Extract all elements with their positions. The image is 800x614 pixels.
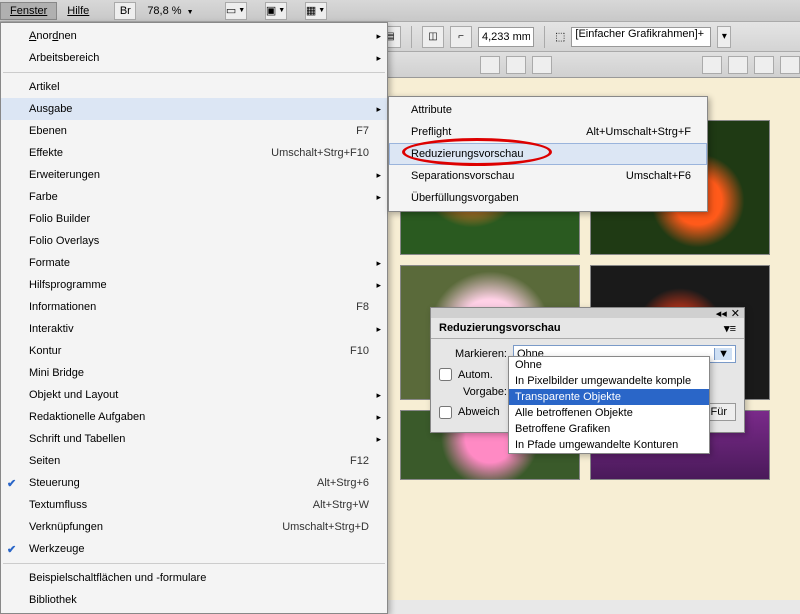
panel-header: ◂◂ ✕	[431, 308, 744, 318]
bridge-icon[interactable]: Br	[114, 2, 136, 20]
menu-seiten[interactable]: SeitenF12	[1, 450, 387, 472]
menu-formate[interactable]: Formate▸	[1, 252, 387, 274]
menu-schrift-tabellen[interactable]: Schrift und Tabellen▸	[1, 428, 387, 450]
menubar: Fenster Hilfe Br 78,8 % ▼ ▭▼ ▣▼ ▦▼	[0, 0, 800, 22]
menu-redaktionelle[interactable]: Redaktionelle Aufgaben▸	[1, 406, 387, 428]
autom-checkbox[interactable]	[439, 368, 452, 381]
menu-ebenen[interactable]: EbenenF7	[1, 120, 387, 142]
panel-menu-icon[interactable]: ▾≡	[724, 322, 736, 335]
corner-icon[interactable]: ⌐	[450, 26, 472, 48]
preset-dropdown-icon[interactable]: ▾	[717, 26, 731, 48]
vorgabe-label: Vorgabe:	[439, 386, 507, 398]
tool-d-icon[interactable]	[780, 56, 800, 74]
view-mode-icon[interactable]: ▣▼	[265, 2, 287, 20]
markieren-label: Markieren:	[439, 348, 507, 360]
menu-folio-overlays[interactable]: Folio Overlays	[1, 230, 387, 252]
rotate-icon[interactable]	[532, 56, 552, 74]
screen-mode-icon[interactable]: ▭▼	[225, 2, 247, 20]
submenu-attribute[interactable]: Attribute	[389, 99, 707, 121]
menu-arbeitsbereich[interactable]: Arbeitsbereich▸	[1, 47, 387, 69]
submenu-preflight[interactable]: PreflightAlt+Umschalt+Strg+F	[389, 121, 707, 143]
markieren-dropdown-list: Ohne In Pixelbilder umgewandelte komple …	[508, 356, 710, 454]
fenster-dropdown: AAnordnennordnen▸ Arbeitsbereich▸ Artike…	[0, 22, 388, 614]
abweich-label: Abweich	[458, 406, 500, 418]
menu-verknuepfungen[interactable]: VerknüpfungenUmschalt+Strg+D	[1, 516, 387, 538]
menu-mini-bridge[interactable]: Mini Bridge	[1, 362, 387, 384]
option-pfade[interactable]: In Pfade umgewandelte Konturen	[509, 437, 709, 453]
flip-h-icon[interactable]	[480, 56, 500, 74]
menu-kontur[interactable]: KonturF10	[1, 340, 387, 362]
menu-erweiterungen[interactable]: Erweiterungen▸	[1, 164, 387, 186]
panel-close-icon[interactable]: ✕	[731, 307, 740, 320]
menu-steuerung[interactable]: ✔SteuerungAlt+Strg+6	[1, 472, 387, 494]
option-pixelbilder[interactable]: In Pixelbilder umgewandelte komple	[509, 373, 709, 389]
zoom-level[interactable]: 78,8 % ▼	[139, 5, 201, 17]
menu-interaktiv[interactable]: Interaktiv▸	[1, 318, 387, 340]
arrange-icon[interactable]: ▦▼	[305, 2, 327, 20]
menu-anordnen[interactable]: AAnordnennordnen▸	[1, 25, 387, 47]
tool-a-icon[interactable]	[702, 56, 722, 74]
option-ohne[interactable]: Ohne	[509, 357, 709, 373]
option-betroffene-grafiken[interactable]: Betroffene Grafiken	[509, 421, 709, 437]
preset-glyph-icon: ⬚	[555, 30, 565, 43]
menu-beispiel[interactable]: Beispielschaltflächen und -formulare	[1, 567, 387, 589]
frame-fit-icon[interactable]: ◫	[422, 26, 444, 48]
menu-fenster[interactable]: Fenster	[0, 2, 57, 20]
menu-werkzeuge[interactable]: ✔Werkzeuge	[1, 538, 387, 560]
option-transparente[interactable]: Transparente Objekte	[509, 389, 709, 405]
autom-label: Autom.	[458, 369, 493, 381]
menu-objekt-layout[interactable]: Objekt und Layout▸	[1, 384, 387, 406]
menu-bibliothek[interactable]: Bibliothek	[1, 589, 387, 611]
ausgabe-submenu: Attribute PreflightAlt+Umschalt+Strg+F R…	[388, 96, 708, 212]
menu-hilfsprogramme[interactable]: Hilfsprogramme▸	[1, 274, 387, 296]
object-style-preset[interactable]: [Einfacher Grafikrahmen]+	[571, 27, 711, 47]
abweich-checkbox[interactable]	[439, 406, 452, 419]
submenu-ueberfuellung[interactable]: Überfüllungsvorgaben	[389, 187, 707, 209]
menu-folio-builder[interactable]: Folio Builder	[1, 208, 387, 230]
panel-collapse-icon[interactable]: ◂◂	[716, 307, 727, 320]
menu-farbe[interactable]: Farbe▸	[1, 186, 387, 208]
menu-artikel[interactable]: Artikel	[1, 76, 387, 98]
menu-informationen[interactable]: InformationenF8	[1, 296, 387, 318]
menu-effekte[interactable]: EffekteUmschalt+Strg+F10	[1, 142, 387, 164]
menu-textumfluss[interactable]: TextumflussAlt+Strg+W	[1, 494, 387, 516]
tool-c-icon[interactable]	[754, 56, 774, 74]
measure-field[interactable]	[478, 27, 534, 47]
tool-b-icon[interactable]	[728, 56, 748, 74]
panel-tab[interactable]: Reduzierungsvorschau ▾≡	[431, 318, 744, 339]
menu-ausgabe[interactable]: Ausgabe▸	[1, 98, 387, 120]
flip-v-icon[interactable]	[506, 56, 526, 74]
menu-hilfe[interactable]: Hilfe	[57, 2, 99, 20]
submenu-reduzierungsvorschau[interactable]: Reduzierungsvorschau	[389, 143, 707, 165]
submenu-separationsvorschau[interactable]: SeparationsvorschauUmschalt+F6	[389, 165, 707, 187]
option-alle-betroffenen[interactable]: Alle betroffenen Objekte	[509, 405, 709, 421]
